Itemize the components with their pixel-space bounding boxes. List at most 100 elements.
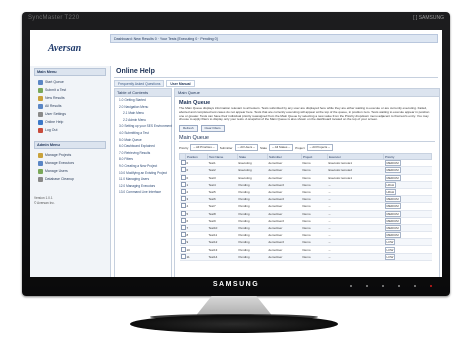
table-cell: Demo (301, 174, 328, 182)
toc-link[interactable]: 10.0 Modifying an Existing Project (115, 170, 171, 177)
sidebar-item-label: Manage Users (45, 169, 68, 173)
row-checkbox[interactable] (180, 196, 186, 202)
priority-select[interactable]: MEDIUM (384, 224, 401, 231)
row-checkbox[interactable] (180, 232, 186, 238)
table-cell: demoUser (267, 224, 302, 233)
up-button-dot[interactable] (382, 285, 384, 287)
row-checkbox[interactable] (180, 203, 186, 209)
table-cell: Executing (237, 174, 268, 182)
bezel-top: SyncMaster T220 [ ] SAMSUNG (22, 12, 450, 30)
priority-select[interactable]: LOW (384, 246, 396, 253)
row-checkbox[interactable] (180, 217, 186, 223)
dashboard-status-bar[interactable]: Dashboard: New Results 0 · Your Tests [E… (110, 34, 438, 43)
sidebar-item[interactable]: Online Help (30, 118, 110, 126)
sidebar-item[interactable]: Manage Projects (30, 151, 110, 159)
table-cell: Pending (237, 245, 268, 254)
toc-link[interactable]: 5.0 Main Queue (115, 137, 171, 144)
sidebar-item[interactable]: All Results (30, 102, 110, 110)
row-checkbox[interactable] (180, 167, 186, 173)
source-button-dot[interactable] (398, 285, 400, 287)
table-cell: Demo (301, 245, 328, 254)
row-checkbox[interactable] (180, 246, 186, 252)
refresh-button[interactable]: Refresh (179, 125, 198, 133)
sidebar-item[interactable]: Manage Users (30, 167, 110, 175)
table-cell: Test5 (207, 188, 238, 197)
row-checkbox[interactable] (180, 224, 186, 230)
priority-select[interactable]: LOW (384, 239, 396, 245)
priority-select[interactable]: LOW (384, 253, 396, 260)
filter-select[interactable]: -- All States -- (269, 144, 294, 152)
sidebar-item[interactable]: User Settings (30, 110, 110, 118)
row-checkbox[interactable] (180, 189, 186, 195)
clear-filters-button[interactable]: Clear Filters (200, 125, 225, 133)
table-cell: MEDIUM (383, 174, 432, 182)
table-cell: Test4 (207, 181, 238, 189)
toc-link[interactable]: 1.0 Getting Started (115, 97, 171, 104)
priority-select[interactable]: MEDIUM (384, 217, 401, 224)
sidebar-item[interactable]: Database Cleanup (30, 175, 110, 183)
table-cell: Test12 (207, 238, 238, 247)
table-cell: HIGH (383, 181, 432, 189)
toc-title: Table of Contents (115, 89, 171, 97)
power-button-dot[interactable] (430, 285, 432, 287)
table-cell: LOW (383, 245, 432, 254)
sidebar-item[interactable]: Manage Executors (30, 159, 110, 167)
sidebar-item[interactable]: Log Out (30, 126, 110, 134)
priority-select[interactable]: MEDIUM (384, 174, 401, 181)
tab-faq[interactable]: Frequently Asked Questions (114, 80, 165, 87)
table-cell: Demo (301, 181, 328, 189)
filter-select[interactable]: -- All Projects -- (306, 144, 334, 152)
monitor-stand-base (130, 315, 338, 333)
priority-select[interactable]: MEDIUM (384, 203, 401, 209)
priority-select[interactable]: HIGH (384, 181, 396, 188)
toc-link[interactable]: 7.0 Retrieving Results (115, 150, 171, 157)
row-checkbox[interactable] (180, 253, 186, 259)
toc-link[interactable]: 2.0 Navigation Menu (115, 104, 171, 111)
row-checkbox[interactable] (180, 160, 186, 166)
priority-select[interactable]: HIGH (384, 189, 396, 195)
sidebar-item[interactable]: Submit a Test (30, 86, 110, 94)
help-tabs: Frequently Asked Questions User Manual (114, 80, 438, 87)
priority-select[interactable]: MEDIUM (384, 196, 401, 202)
toc-link[interactable]: 13.0 Command Line Interface (115, 189, 171, 196)
table-cell: MEDIUM (383, 159, 432, 168)
tab-user-manual[interactable]: User Manual (166, 80, 195, 87)
table-cell: Test3 (207, 174, 238, 182)
toc-link[interactable]: 3.0 Setting up your SES Environment (115, 123, 172, 130)
toc-list: 1.0 Getting Started 2.0 Navigation Menu 2.… (115, 97, 172, 196)
sidebar-item-icon (38, 103, 43, 109)
toc-link[interactable]: 9.0 Creating a New Project (115, 163, 171, 170)
row-checkbox[interactable] (180, 239, 186, 245)
filter-label: Priority (179, 145, 189, 150)
sidebar-item[interactable]: New Results (30, 94, 110, 102)
toc-link[interactable]: 6.0 Dashboard Explained (115, 143, 171, 150)
menu-button-dot[interactable] (350, 285, 352, 287)
toc-link[interactable]: 8.0 Filters (115, 156, 171, 163)
filter-select[interactable]: -- All Priorities -- (190, 144, 218, 152)
sidebar-item[interactable]: Start Queue (30, 78, 110, 86)
toc-link[interactable]: 2.2 Admin Menu (115, 117, 171, 124)
down-button-dot[interactable] (366, 285, 368, 287)
toc-link[interactable]: 12.0 Managing Executors (115, 183, 171, 190)
row-checkbox[interactable] (180, 181, 186, 187)
priority-select[interactable]: MEDIUM (384, 160, 401, 166)
table-cell: -- (327, 217, 384, 225)
auto-button-dot[interactable] (414, 285, 416, 287)
table-cell: -- (327, 224, 384, 233)
toc-link[interactable]: 4.0 Submitting a Test (115, 130, 171, 137)
priority-select[interactable]: MEDIUM (384, 210, 401, 217)
table-row: 3 Test6 Pending demoUser2 Demo -- MEDIUM (179, 195, 432, 204)
priority-select[interactable]: MEDIUM (384, 232, 401, 238)
sidebar-item-label: Online Help (45, 120, 64, 124)
content-header: Main Queue (175, 89, 439, 97)
row-checkbox[interactable] (180, 210, 186, 216)
top-right-label: [ ] SAMSUNG (413, 15, 444, 21)
sidebar-item-icon (38, 79, 43, 85)
priority-select[interactable]: MEDIUM (384, 167, 401, 174)
toc-link[interactable]: 11.0 Managing Users (115, 176, 171, 183)
row-checkbox[interactable] (180, 174, 186, 180)
filter-select[interactable]: -- All Users -- (234, 144, 259, 152)
toc-link[interactable]: 2.1 Main Menu (115, 110, 171, 117)
table-cell: 7 (185, 224, 208, 233)
